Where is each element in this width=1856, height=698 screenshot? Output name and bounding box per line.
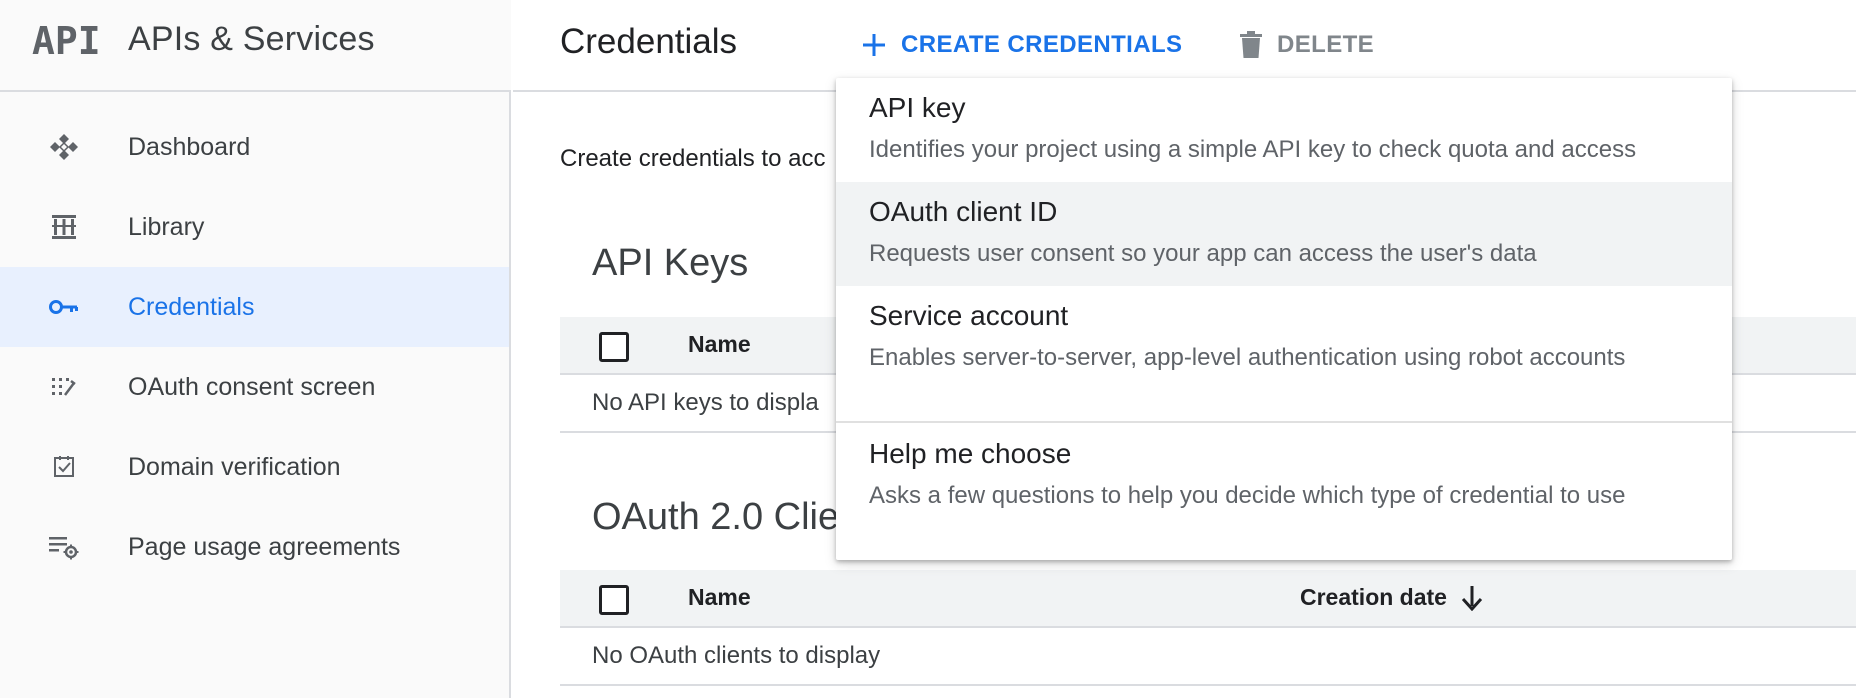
sidebar-item-oauth-consent[interactable]: OAuth consent screen — [0, 347, 509, 427]
select-all-checkbox[interactable] — [599, 585, 629, 615]
sidebar: API APIs & Services Dashboard Library Cr… — [0, 0, 511, 698]
consent-icon — [52, 378, 76, 396]
sidebar-item-page-usage[interactable]: Page usage agreements — [0, 507, 509, 587]
sidebar-item-label: Domain verification — [128, 452, 341, 481]
sidebar-item-dashboard[interactable]: Dashboard — [0, 107, 509, 187]
arrow-down-icon — [1461, 585, 1483, 611]
intro-text: Create credentials to acc — [560, 145, 826, 172]
api-keys-title: API Keys — [592, 242, 749, 284]
key-icon — [49, 300, 78, 314]
menu-divider — [836, 421, 1732, 423]
sidebar-item-label: Dashboard — [128, 132, 251, 161]
api-logo-icon: API — [32, 19, 98, 63]
sidebar-item-label: Credentials — [128, 292, 255, 321]
plus-icon — [863, 34, 885, 56]
menu-item-description: Enables server-to-server, app-level auth… — [869, 344, 1626, 371]
menu-item-api-key[interactable]: API key Identifies your project using a … — [836, 78, 1732, 182]
column-name[interactable]: Name — [688, 584, 751, 611]
menu-item-description: Asks a few questions to help you decide … — [869, 482, 1626, 509]
sidebar-nav: Dashboard Library Credentials OAuth cons… — [0, 107, 509, 587]
oauth-clients-table: Name Creation date No OAuth clients to d… — [560, 570, 1856, 686]
app-root: API APIs & Services Dashboard Library Cr… — [0, 0, 1856, 698]
menu-item-title: API key — [869, 92, 966, 123]
create-credentials-menu: API key Identifies your project using a … — [836, 78, 1732, 560]
page-title: Credentials — [560, 22, 738, 61]
oauth-clients-title: OAuth 2.0 Clie — [592, 496, 840, 538]
menu-item-title: OAuth client ID — [869, 196, 1058, 227]
create-credentials-label: CREATE CREDENTIALS — [901, 31, 1183, 58]
menu-item-help-me-choose[interactable]: Help me choose Asks a few questions to h… — [836, 424, 1732, 528]
sidebar-item-domain-verification[interactable]: Domain verification — [0, 427, 509, 507]
sidebar-item-label: Page usage agreements — [128, 532, 401, 561]
empty-message-row: No OAuth clients to display — [560, 628, 1856, 686]
table-header: Name Creation date — [560, 570, 1856, 628]
delete-label: DELETE — [1277, 31, 1375, 58]
sidebar-item-credentials[interactable]: Credentials — [0, 267, 509, 347]
menu-item-title: Service account — [869, 300, 1069, 331]
menu-item-description: Identifies your project using a simple A… — [869, 136, 1637, 163]
menu-item-title: Help me choose — [869, 438, 1072, 469]
empty-message: No OAuth clients to display — [592, 642, 881, 669]
menu-item-description: Requests user consent so your app can ac… — [869, 240, 1537, 267]
sidebar-header: API APIs & Services — [0, 0, 511, 92]
dashboard-icon — [50, 134, 78, 160]
sidebar-item-label: OAuth consent screen — [128, 372, 376, 401]
checkbox-icon — [54, 456, 74, 477]
sidebar-item-label: Library — [128, 212, 205, 241]
create-credentials-button[interactable]: CREATE CREDENTIALS — [861, 24, 1182, 66]
column-creation-date[interactable]: Creation date — [1300, 584, 1483, 611]
sidebar-item-library[interactable]: Library — [0, 187, 509, 267]
column-creation-date-label: Creation date — [1300, 584, 1447, 610]
delete-button[interactable]: DELETE — [1239, 24, 1374, 66]
menu-item-service-account[interactable]: Service account Enables server-to-server… — [836, 286, 1732, 390]
column-name[interactable]: Name — [688, 331, 751, 358]
list-settings-icon — [49, 537, 79, 560]
empty-message: No API keys to displa — [592, 389, 819, 416]
library-icon — [52, 215, 76, 239]
select-all-checkbox[interactable] — [599, 332, 629, 362]
svg-text:API: API — [32, 19, 98, 63]
menu-item-oauth-client-id[interactable]: OAuth client ID Requests user consent so… — [836, 182, 1732, 286]
app-title: APIs & Services — [128, 20, 375, 58]
trash-icon — [1240, 31, 1262, 58]
